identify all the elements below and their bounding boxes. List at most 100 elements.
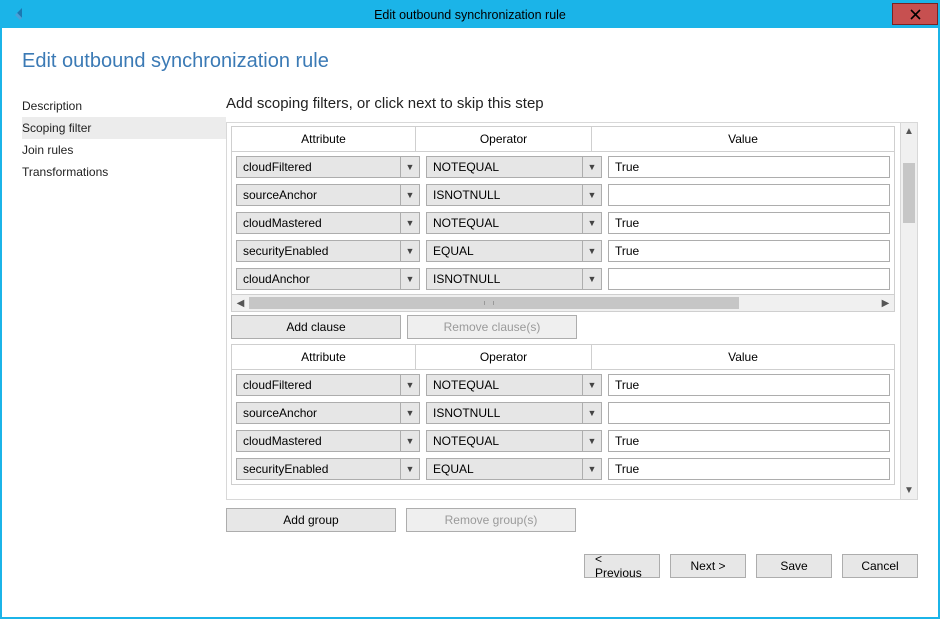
chevron-down-icon[interactable]: ▼ — [582, 212, 602, 234]
value-input[interactable] — [608, 430, 890, 452]
value-input[interactable] — [608, 402, 890, 424]
attribute-combo[interactable]: cloudFiltered▼ — [236, 156, 420, 178]
clause-row: cloudFiltered▼NOTEQUAL▼ — [236, 374, 890, 396]
chevron-down-icon[interactable]: ▼ — [582, 268, 602, 290]
step-instruction: Add scoping filters, or click next to sk… — [226, 95, 918, 112]
chevron-down-icon[interactable]: ▼ — [400, 458, 420, 480]
attribute-value: sourceAnchor — [236, 402, 400, 424]
operator-value: ISNOTNULL — [426, 402, 582, 424]
column-header-operator: Operator — [416, 127, 592, 151]
attribute-combo[interactable]: cloudMastered▼ — [236, 212, 420, 234]
window-title: Edit outbound synchronization rule — [2, 8, 938, 22]
filter-group: AttributeOperatorValuecloudFiltered▼NOTE… — [227, 126, 899, 341]
group-button-row: Add group Remove group(s) — [226, 508, 918, 532]
operator-combo[interactable]: NOTEQUAL▼ — [426, 212, 602, 234]
chevron-down-icon[interactable]: ▼ — [400, 240, 420, 262]
add-clause-button[interactable]: Add clause — [231, 315, 401, 339]
operator-value: NOTEQUAL — [426, 374, 582, 396]
sidebar-item-scoping-filter[interactable]: Scoping filter — [22, 117, 226, 139]
chevron-down-icon[interactable]: ▼ — [582, 374, 602, 396]
chevron-down-icon[interactable]: ▼ — [400, 374, 420, 396]
attribute-combo[interactable]: cloudMastered▼ — [236, 430, 420, 452]
grid-header: AttributeOperatorValue — [231, 344, 895, 370]
operator-combo[interactable]: ISNOTNULL▼ — [426, 184, 602, 206]
clause-row: sourceAnchor▼ISNOTNULL▼ — [236, 402, 890, 424]
column-header-value: Value — [592, 345, 894, 369]
value-input[interactable] — [608, 458, 890, 480]
cancel-button[interactable]: Cancel — [842, 554, 918, 578]
chevron-down-icon[interactable]: ▼ — [582, 458, 602, 480]
horizontal-scrollbar[interactable]: ◀▶ — [231, 295, 895, 312]
attribute-value: cloudFiltered — [236, 374, 400, 396]
next-button[interactable]: Next > — [670, 554, 746, 578]
sidebar-item-join-rules[interactable]: Join rules — [22, 139, 226, 161]
chevron-down-icon[interactable]: ▼ — [400, 268, 420, 290]
attribute-value: cloudMastered — [236, 430, 400, 452]
attribute-value: securityEnabled — [236, 458, 400, 480]
operator-combo[interactable]: EQUAL▼ — [426, 240, 602, 262]
value-input[interactable] — [608, 268, 890, 290]
sidebar-item-description[interactable]: Description — [22, 95, 226, 117]
remove-clause-button[interactable]: Remove clause(s) — [407, 315, 577, 339]
value-input[interactable] — [608, 184, 890, 206]
operator-combo[interactable]: NOTEQUAL▼ — [426, 430, 602, 452]
scroll-down-icon[interactable]: ▼ — [901, 482, 917, 499]
operator-value: EQUAL — [426, 240, 582, 262]
operator-combo[interactable]: ISNOTNULL▼ — [426, 402, 602, 424]
previous-button[interactable]: < Previous — [584, 554, 660, 578]
vertical-scrollbar[interactable]: ▲ ▼ — [900, 123, 917, 499]
grid-body: cloudFiltered▼NOTEQUAL▼sourceAnchor▼ISNO… — [231, 370, 895, 485]
add-group-button[interactable]: Add group — [226, 508, 396, 532]
chevron-down-icon[interactable]: ▼ — [582, 240, 602, 262]
vertical-scroll-thumb[interactable] — [903, 163, 915, 223]
wizard-footer: < Previous Next > Save Cancel — [226, 554, 918, 578]
clause-button-row: Add clauseRemove clause(s) — [231, 315, 895, 339]
chevron-down-icon[interactable]: ▼ — [400, 184, 420, 206]
value-input[interactable] — [608, 212, 890, 234]
attribute-combo[interactable]: sourceAnchor▼ — [236, 402, 420, 424]
chevron-down-icon[interactable]: ▼ — [582, 156, 602, 178]
chevron-down-icon[interactable]: ▼ — [582, 184, 602, 206]
chevron-down-icon[interactable]: ▼ — [400, 430, 420, 452]
column-header-attribute: Attribute — [232, 345, 416, 369]
operator-combo[interactable]: EQUAL▼ — [426, 458, 602, 480]
attribute-combo[interactable]: cloudFiltered▼ — [236, 374, 420, 396]
scroll-right-icon[interactable]: ▶ — [877, 295, 894, 311]
clause-row: securityEnabled▼EQUAL▼ — [236, 458, 890, 480]
clause-row: cloudMastered▼NOTEQUAL▼ — [236, 430, 890, 452]
horizontal-scroll-thumb[interactable] — [249, 297, 739, 309]
close-button[interactable] — [892, 3, 938, 25]
sidebar-item-transformations[interactable]: Transformations — [22, 161, 226, 183]
attribute-combo[interactable]: cloudAnchor▼ — [236, 268, 420, 290]
operator-combo[interactable]: NOTEQUAL▼ — [426, 374, 602, 396]
value-input[interactable] — [608, 374, 890, 396]
operator-combo[interactable]: ISNOTNULL▼ — [426, 268, 602, 290]
attribute-combo[interactable]: sourceAnchor▼ — [236, 184, 420, 206]
operator-combo[interactable]: NOTEQUAL▼ — [426, 156, 602, 178]
chevron-down-icon[interactable]: ▼ — [582, 402, 602, 424]
groups-scroll-area: AttributeOperatorValuecloudFiltered▼NOTE… — [226, 122, 918, 500]
value-input[interactable] — [608, 240, 890, 262]
remove-group-button[interactable]: Remove group(s) — [406, 508, 576, 532]
horizontal-scroll-track[interactable] — [249, 295, 877, 311]
chevron-down-icon[interactable]: ▼ — [582, 430, 602, 452]
chevron-down-icon[interactable]: ▼ — [400, 212, 420, 234]
scroll-up-icon[interactable]: ▲ — [901, 123, 917, 140]
attribute-value: securityEnabled — [236, 240, 400, 262]
sidebar: Description Scoping filter Join rules Tr… — [22, 95, 226, 603]
clause-row: cloudFiltered▼ NOTEQUAL▼ — [236, 156, 890, 178]
titlebar: Edit outbound synchronization rule — [2, 2, 938, 28]
attribute-combo[interactable]: securityEnabled▼ — [236, 240, 420, 262]
value-input[interactable] — [608, 156, 890, 178]
attribute-combo[interactable]: securityEnabled▼ — [236, 458, 420, 480]
clause-row: sourceAnchor▼ ISNOTNULL▼ — [236, 184, 890, 206]
operator-value: NOTEQUAL — [426, 212, 582, 234]
save-button[interactable]: Save — [756, 554, 832, 578]
column-header-attribute: Attribute — [232, 127, 416, 151]
chevron-down-icon[interactable]: ▼ — [400, 156, 420, 178]
attribute-value: cloudAnchor — [236, 268, 400, 290]
chevron-down-icon[interactable]: ▼ — [400, 402, 420, 424]
filter-group: AttributeOperatorValuecloudFiltered▼NOTE… — [227, 344, 899, 487]
dialog-window: Edit outbound synchronization rule Edit … — [0, 0, 940, 619]
scroll-left-icon[interactable]: ◀ — [232, 295, 249, 311]
